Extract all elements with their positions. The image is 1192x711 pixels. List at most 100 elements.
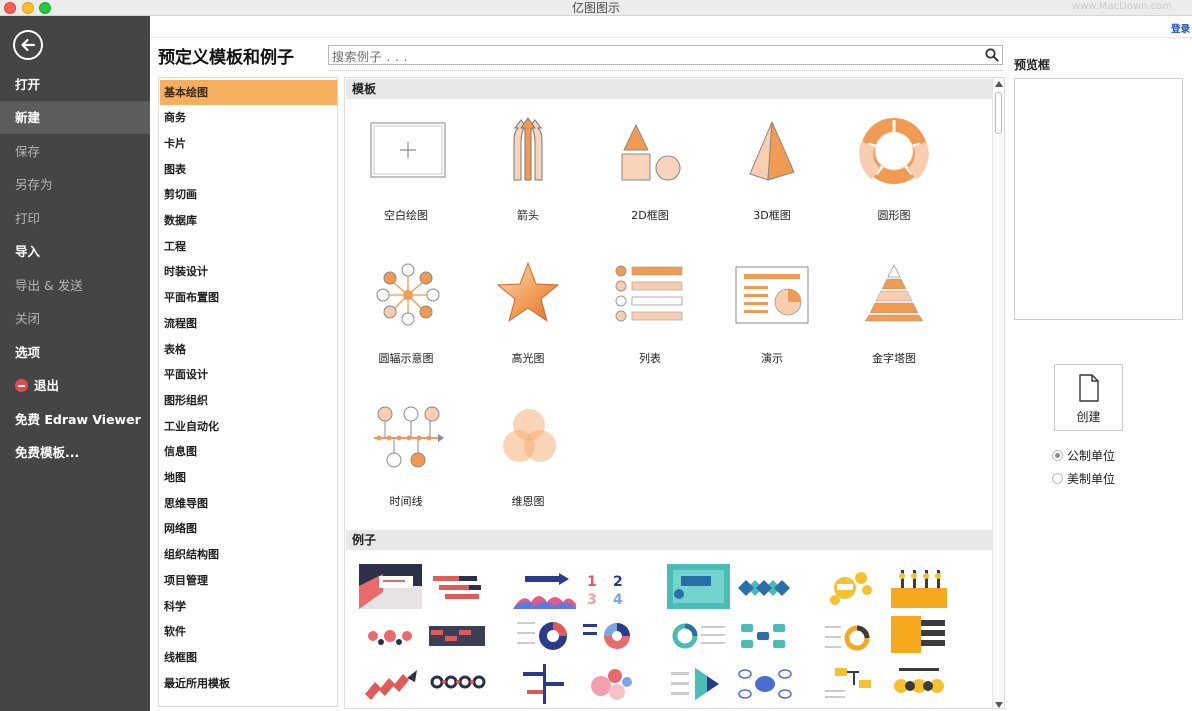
- imperial-unit-radio[interactable]: 美制单位: [1052, 471, 1115, 487]
- category-list: 基本绘图 商务 卡片 图表 剪切画 数据库 工程 时装设计 平面布置图 流程图 …: [158, 77, 338, 707]
- template-panel-scrollbar[interactable]: [992, 78, 1004, 708]
- example-thumbnail[interactable]: [359, 612, 422, 657]
- menu-close[interactable]: 关闭: [0, 302, 150, 335]
- category-item[interactable]: 平面设计: [160, 362, 337, 387]
- example-thumbnail[interactable]: [887, 612, 950, 657]
- menu-open[interactable]: 打开: [0, 68, 150, 101]
- radio-unselected-icon: [1052, 473, 1063, 484]
- category-item[interactable]: 剪切画: [160, 182, 337, 207]
- example-thumbnail[interactable]: [513, 612, 576, 657]
- example-thumbnail[interactable]: [667, 612, 730, 657]
- category-item[interactable]: 网络图: [160, 516, 337, 541]
- menu-import[interactable]: 导入: [0, 235, 150, 268]
- templates-section-header: 模板: [346, 79, 993, 99]
- create-button[interactable]: 创建: [1054, 364, 1123, 431]
- watermark: www.MacDown.com: [1072, 1, 1172, 12]
- example-thumbnail[interactable]: [513, 564, 576, 609]
- exit-icon: [15, 379, 28, 392]
- category-item[interactable]: 图形组织: [160, 388, 337, 413]
- login-link[interactable]: 登录: [1171, 21, 1190, 35]
- create-button-label: 创建: [1076, 410, 1101, 424]
- svg-text:3: 3: [587, 592, 597, 608]
- category-item[interactable]: 平面布置图: [160, 285, 337, 310]
- back-button[interactable]: [13, 30, 43, 60]
- category-item[interactable]: 科学: [160, 594, 337, 619]
- example-thumbnail[interactable]: [425, 564, 488, 609]
- category-item[interactable]: 数据库: [160, 208, 337, 233]
- example-thumbnail[interactable]: [821, 564, 884, 609]
- menu-free-templates[interactable]: 免费模板...: [0, 436, 150, 469]
- template-highlight[interactable]: 高光图: [468, 251, 588, 365]
- category-item[interactable]: 工业自动化: [160, 414, 337, 439]
- category-item[interactable]: 项目管理: [160, 568, 337, 593]
- example-thumbnail[interactable]: [733, 660, 796, 705]
- menu-options[interactable]: 选项: [0, 336, 150, 369]
- template-3d-block[interactable]: 3D框图: [712, 108, 832, 222]
- circular-icon: [859, 118, 929, 184]
- scroll-thumb[interactable]: [995, 92, 1002, 134]
- metric-unit-radio[interactable]: 公制单位: [1052, 448, 1115, 464]
- category-item[interactable]: 流程图: [160, 311, 337, 336]
- radio-selected-icon: [1052, 450, 1063, 461]
- example-thumbnail[interactable]: [667, 564, 730, 609]
- search-icon[interactable]: [985, 48, 999, 62]
- example-thumbnail[interactable]: [733, 564, 796, 609]
- example-thumbnail[interactable]: [887, 660, 950, 705]
- template-presentation[interactable]: 演示: [712, 251, 832, 365]
- menu-save[interactable]: 保存: [0, 135, 150, 168]
- example-thumbnail[interactable]: [821, 612, 884, 657]
- template-blank-drawing[interactable]: 空白绘图: [346, 108, 466, 222]
- template-circular[interactable]: 圆形图: [834, 108, 954, 222]
- example-thumbnail[interactable]: [821, 660, 884, 705]
- menu-save-as[interactable]: 另存为: [0, 168, 150, 201]
- example-thumbnail[interactable]: [513, 660, 576, 705]
- category-item[interactable]: 组织结构图: [160, 542, 337, 567]
- template-list[interactable]: 列表: [590, 251, 710, 365]
- menu-exit[interactable]: 退出: [0, 369, 150, 402]
- example-thumbnail[interactable]: [359, 660, 422, 705]
- menu-export-send[interactable]: 导出 & 发送: [0, 269, 150, 302]
- category-item[interactable]: 信息图: [160, 439, 337, 464]
- category-item[interactable]: 表格: [160, 337, 337, 362]
- template-label: 高光图: [511, 352, 545, 365]
- category-item[interactable]: 图表: [160, 157, 337, 182]
- template-label: 空白绘图: [384, 209, 428, 222]
- example-thumbnail[interactable]: [579, 660, 642, 705]
- template-label: 圆辐示意图: [378, 352, 434, 365]
- example-thumbnail[interactable]: 1234: [579, 564, 642, 609]
- category-item[interactable]: 软件: [160, 619, 337, 644]
- menu-new[interactable]: 新建: [0, 101, 150, 134]
- search-input[interactable]: [329, 48, 969, 66]
- template-radial[interactable]: 圆辐示意图: [346, 251, 466, 365]
- template-label: 圆形图: [877, 209, 911, 222]
- template-arrows[interactable]: 箭头: [468, 108, 588, 222]
- category-item-basic[interactable]: 基本绘图: [160, 80, 337, 105]
- category-item[interactable]: 商务: [160, 105, 337, 130]
- example-thumbnail[interactable]: [425, 660, 488, 705]
- category-item[interactable]: 地图: [160, 465, 337, 490]
- example-thumbnail[interactable]: [359, 564, 422, 609]
- example-thumbnail[interactable]: [425, 612, 488, 657]
- template-2d-block[interactable]: 2D框图: [590, 108, 710, 222]
- menu-free-viewer[interactable]: 免费 Edraw Viewer: [0, 403, 150, 436]
- scroll-down-arrow-icon[interactable]: [995, 702, 1003, 708]
- example-thumbnail[interactable]: [667, 660, 730, 705]
- category-item[interactable]: 时装设计: [160, 259, 337, 284]
- menu-print[interactable]: 打印: [0, 202, 150, 235]
- example-thumbnail[interactable]: [887, 564, 950, 609]
- example-thumbnail[interactable]: [579, 612, 642, 657]
- category-item[interactable]: 线框图: [160, 645, 337, 670]
- template-pyramid[interactable]: 金字塔图: [834, 251, 954, 365]
- scroll-up-arrow-icon[interactable]: [995, 81, 1003, 87]
- category-item[interactable]: 最近所用模板: [160, 671, 337, 696]
- category-item[interactable]: 卡片: [160, 131, 337, 156]
- category-item[interactable]: 工程: [160, 234, 337, 259]
- category-item[interactable]: 思维导图: [160, 491, 337, 516]
- template-venn[interactable]: 维恩图: [468, 394, 588, 508]
- template-timeline[interactable]: 时间线: [346, 394, 466, 508]
- 3d-block-icon: [749, 121, 795, 181]
- example-thumbnail[interactable]: [733, 612, 796, 657]
- preview-label: 预览框: [1014, 58, 1051, 72]
- list-icon: [615, 265, 683, 322]
- svg-text:2: 2: [613, 574, 623, 590]
